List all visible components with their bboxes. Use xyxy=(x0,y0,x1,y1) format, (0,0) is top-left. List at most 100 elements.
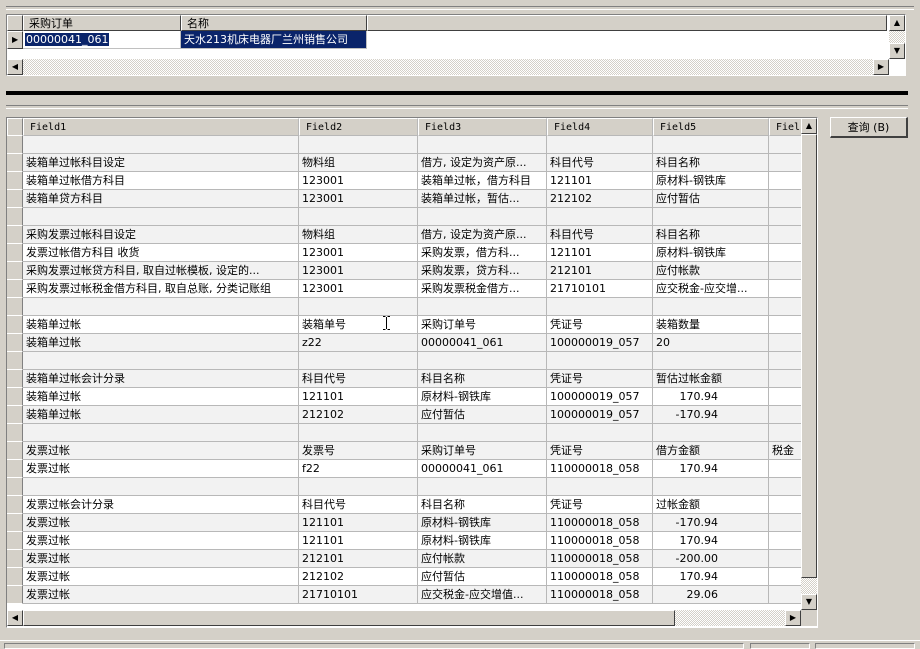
table-row[interactable] xyxy=(7,352,807,370)
table-cell[interactable]: 121101 xyxy=(299,514,418,532)
table-cell[interactable]: -200.00 xyxy=(653,550,769,568)
table-cell[interactable]: z22 xyxy=(299,334,418,352)
table-row[interactable]: 发票过帐借方科目 收货123001采购发票，借方科...121101原材料-钢铁… xyxy=(7,244,807,262)
table-cell[interactable]: 170.94 xyxy=(653,460,769,478)
scroll-down-button[interactable]: ▼ xyxy=(801,594,817,610)
table-cell[interactable]: 装箱单过帐，暂估... xyxy=(418,190,547,208)
table-cell[interactable]: 00000041_061 xyxy=(418,334,547,352)
table-cell[interactable]: 借方, 设定为资产原... xyxy=(418,154,547,172)
table-row[interactable]: 装箱单过帐借方科目123001装箱单过帐，借方科目121101原材料-钢铁库 xyxy=(7,172,807,190)
table-cell[interactable]: 采购发票，贷方科... xyxy=(418,262,547,280)
table-row[interactable] xyxy=(7,208,807,226)
table-cell[interactable]: 科目代号 xyxy=(299,496,418,514)
table-cell[interactable] xyxy=(23,424,299,442)
table-row[interactable]: 装箱单过帐z2200000041_061100000019_05720 xyxy=(7,334,807,352)
table-row[interactable]: 发票过帐212101应付帐款110000018_058-200.00 xyxy=(7,550,807,568)
table-cell[interactable]: 212101 xyxy=(547,262,653,280)
table-cell[interactable] xyxy=(23,136,299,154)
table-cell[interactable]: 100000019_057 xyxy=(547,388,653,406)
row-indicator[interactable] xyxy=(7,532,23,550)
order-cell[interactable]: 00000041_061 xyxy=(23,31,181,49)
row-indicator[interactable] xyxy=(7,262,23,280)
table-cell[interactable]: 装箱单贷方科目 xyxy=(23,190,299,208)
col-header-field5[interactable]: Field5 xyxy=(653,118,769,136)
table-cell[interactable]: 科目名称 xyxy=(653,154,769,172)
row-indicator[interactable] xyxy=(7,514,23,532)
row-indicator[interactable] xyxy=(7,460,23,478)
col-header-field2[interactable]: Field2 xyxy=(299,118,418,136)
table-cell[interactable]: 29.06 xyxy=(653,586,769,604)
splitter-bar[interactable] xyxy=(6,91,908,95)
table-cell[interactable]: -170.94 xyxy=(653,514,769,532)
table-cell[interactable]: 发票过帐 xyxy=(23,460,299,478)
table-cell[interactable]: 应交税金-应交增值... xyxy=(418,586,547,604)
table-cell[interactable]: 121101 xyxy=(299,532,418,550)
table-cell[interactable]: 原材料-钢铁库 xyxy=(653,244,769,262)
scroll-left-button[interactable]: ◀ xyxy=(7,59,23,75)
table-cell[interactable] xyxy=(418,352,547,370)
main-vscrollbar[interactable]: ▲ ▼ xyxy=(801,118,817,610)
table-cell[interactable]: 123001 xyxy=(299,244,418,262)
table-cell[interactable]: 110000018_058 xyxy=(547,550,653,568)
table-cell[interactable]: 212102 xyxy=(299,568,418,586)
table-cell[interactable]: 发票过帐借方科目 收货 xyxy=(23,244,299,262)
scroll-right-button[interactable]: ▶ xyxy=(785,610,801,626)
row-indicator[interactable] xyxy=(7,244,23,262)
row-indicator[interactable] xyxy=(7,298,23,316)
table-cell[interactable]: 采购发票，借方科... xyxy=(418,244,547,262)
table-cell[interactable]: 装箱单过帐 xyxy=(23,406,299,424)
name-cell[interactable]: 天水213机床电器厂兰州销售公司 xyxy=(181,31,367,49)
table-row[interactable]: 发票过帐21710101应交税金-应交增值...110000018_05829.… xyxy=(7,586,807,604)
table-cell[interactable] xyxy=(547,208,653,226)
table-row[interactable]: 发票过帐发票号采购订单号凭证号借方金额税金 xyxy=(7,442,807,460)
table-row[interactable]: 发票过帐会计分录科目代号科目名称凭证号过帐金额 xyxy=(7,496,807,514)
table-cell[interactable]: 100000019_057 xyxy=(547,334,653,352)
table-cell[interactable] xyxy=(418,298,547,316)
table-row[interactable]: 发票过帐121101原材料-钢铁库110000018_058170.94 xyxy=(7,532,807,550)
table-cell[interactable]: 123001 xyxy=(299,262,418,280)
row-indicator[interactable] xyxy=(7,550,23,568)
table-cell[interactable]: 170.94 xyxy=(653,568,769,586)
table-cell[interactable]: 装箱单过帐科目设定 xyxy=(23,154,299,172)
row-indicator[interactable] xyxy=(7,568,23,586)
table-cell[interactable] xyxy=(653,208,769,226)
table-cell[interactable]: 装箱单过帐，借方科目 xyxy=(418,172,547,190)
table-cell[interactable]: 物料组 xyxy=(299,226,418,244)
table-row[interactable]: 装箱单过帐科目设定物料组借方, 设定为资产原...科目代号科目名称 xyxy=(7,154,807,172)
table-cell[interactable]: 121101 xyxy=(547,244,653,262)
table-cell[interactable]: 应交税金-应交增... xyxy=(653,280,769,298)
table-cell[interactable]: 发票过帐 xyxy=(23,586,299,604)
table-row[interactable]: 装箱单过帐121101原材料-钢铁库100000019_057170.94 xyxy=(7,388,807,406)
table-cell[interactable]: 212101 xyxy=(299,550,418,568)
table-cell[interactable]: 物料组 xyxy=(299,154,418,172)
row-indicator[interactable] xyxy=(7,316,23,334)
top-vscrollbar[interactable]: ▲ ▼ xyxy=(889,15,905,59)
table-cell[interactable] xyxy=(299,352,418,370)
row-indicator[interactable] xyxy=(7,280,23,298)
table-cell[interactable]: 原材料-钢铁库 xyxy=(418,388,547,406)
table-cell[interactable]: 123001 xyxy=(299,190,418,208)
table-cell[interactable]: 170.94 xyxy=(653,388,769,406)
table-cell[interactable] xyxy=(653,352,769,370)
table-cell[interactable] xyxy=(299,208,418,226)
hscroll-thumb[interactable] xyxy=(23,610,675,626)
scroll-up-button[interactable]: ▲ xyxy=(889,15,905,31)
row-indicator[interactable] xyxy=(7,442,23,460)
table-cell[interactable]: f22 xyxy=(299,460,418,478)
table-cell[interactable] xyxy=(547,352,653,370)
table-row[interactable]: 发票过帐212102应付暂估110000018_058170.94 xyxy=(7,568,807,586)
table-row[interactable]: 装箱单过帐212102应付暂估100000019_057-170.94 xyxy=(7,406,807,424)
table-cell[interactable]: 发票过帐 xyxy=(23,442,299,460)
col-header-order[interactable]: 采购订单 xyxy=(23,15,181,31)
row-indicator[interactable]: ▶ xyxy=(7,31,23,49)
table-cell[interactable]: 发票过帐 xyxy=(23,514,299,532)
table-cell[interactable]: 凭证号 xyxy=(547,316,653,334)
row-indicator[interactable] xyxy=(7,136,23,154)
row-indicator[interactable] xyxy=(7,424,23,442)
table-cell[interactable]: 应付暂估 xyxy=(653,190,769,208)
table-cell[interactable]: 发票号 xyxy=(299,442,418,460)
table-cell[interactable] xyxy=(23,298,299,316)
table-row[interactable] xyxy=(7,136,807,154)
table-cell[interactable]: 采购订单号 xyxy=(418,442,547,460)
table-cell[interactable]: 100000019_057 xyxy=(547,406,653,424)
